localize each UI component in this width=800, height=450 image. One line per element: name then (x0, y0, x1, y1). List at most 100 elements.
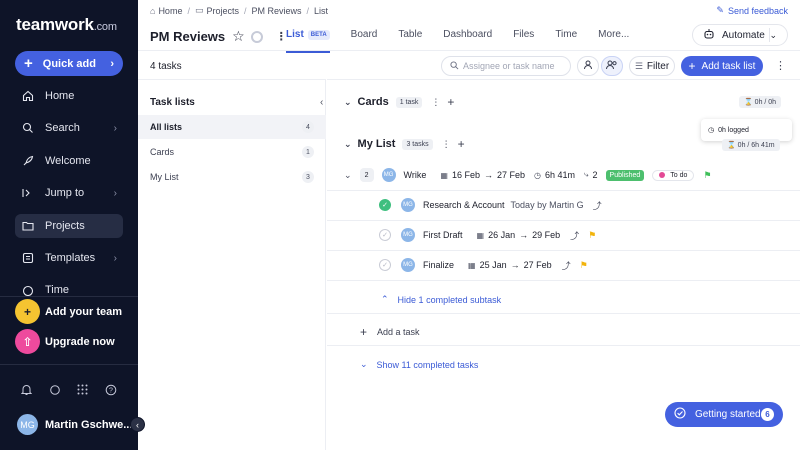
arrow-right-icon: → (483, 170, 493, 180)
more-options-kebab-icon[interactable]: ⋮ (775, 59, 786, 72)
table-row[interactable]: ✓ MG Finalize ▦ 25 Jan → 27 Feb ⤴ ⚑ (327, 250, 800, 280)
send-feedback-link[interactable]: ✎ Send feedback (716, 5, 788, 16)
task-date-range[interactable]: ▦ 26 Jan → 29 Feb (477, 230, 561, 240)
sidebar-item-jump-to[interactable]: Jump to › (15, 181, 123, 205)
collapse-chevron-icon[interactable]: ⌄ (344, 139, 352, 150)
priority-flag-icon[interactable]: ⚑ (580, 260, 588, 271)
sidebar: teamwork.com + Quick add › Home Search ›… (0, 0, 138, 450)
star-icon[interactable]: ☆ (232, 28, 245, 45)
avatar[interactable]: MG (401, 198, 415, 212)
clock-icon (21, 284, 35, 296)
subtask-link-icon[interactable]: ⤴ (593, 199, 602, 212)
task-list-item-all[interactable]: All lists 4 (138, 115, 326, 139)
teamwork-logo[interactable]: teamwork.com (16, 15, 117, 35)
team-filter-button[interactable] (601, 56, 623, 76)
tab-board[interactable]: Board (351, 29, 378, 49)
task-estimate[interactable]: ◷ 6h 41m (534, 170, 575, 180)
avatar[interactable]: MG (401, 228, 415, 242)
add-team-button[interactable]: + Add your team (15, 299, 122, 324)
sidebar-item-label: Welcome (45, 155, 91, 167)
time-summary: 0h / 0h (754, 98, 777, 106)
time-summary-badge[interactable]: ⌛ 0h / 6h 41m (722, 139, 780, 151)
priority-flag-icon[interactable]: ⚑ (588, 230, 596, 241)
subtask-link-icon[interactable]: ⤴ (570, 229, 579, 242)
hide-completed-subtasks-link[interactable]: ⌃ Hide 1 completed subtask (381, 294, 501, 305)
sidebar-item-time[interactable]: Time (15, 280, 123, 296)
task-name[interactable]: Finalize (423, 260, 454, 270)
search-icon (21, 121, 35, 135)
estimate-value: 6h 41m (545, 170, 576, 180)
status-badge[interactable]: To do (652, 169, 695, 181)
help-icon[interactable]: ? (104, 383, 117, 396)
sidebar-item-welcome[interactable]: Welcome (15, 149, 123, 173)
tab-list[interactable]: List BETA (286, 29, 330, 53)
breadcrumb-projects[interactable]: Projects (206, 6, 239, 16)
priority-flag-icon[interactable]: ⚑ (703, 170, 711, 181)
add-task-button[interactable]: + Add a task (360, 325, 420, 339)
project-header: PM Reviews ☆ ⋮ (150, 28, 287, 45)
table-row[interactable]: ✓ MG Research & Account Today by Martin … (327, 190, 800, 220)
apps-grid-icon[interactable] (76, 383, 89, 396)
table-row[interactable]: ✓ MG First Draft ▦ 26 Jan → 29 Feb ⤴ ⚑ (327, 220, 800, 250)
people-icon (606, 60, 618, 73)
list-options-kebab-icon[interactable]: ⋮ (442, 139, 451, 150)
task-name[interactable]: First Draft (423, 230, 463, 240)
tab-table[interactable]: Table (398, 29, 422, 49)
show-completed-tasks-link[interactable]: ⌄ Show 11 completed tasks (360, 359, 478, 370)
chevron-down-icon[interactable]: ⌄ (769, 30, 777, 41)
tab-label: Files (513, 29, 535, 40)
complete-checkbox[interactable]: ✓ (379, 229, 391, 241)
task-list-item-my-list[interactable]: My List 3 (138, 165, 326, 189)
getting-started-count: 6 (761, 408, 774, 421)
tag-badge[interactable]: Published (605, 169, 645, 181)
time-summary-badge[interactable]: ⌛ 0h / 0h (739, 96, 782, 108)
user-profile[interactable]: MG Martin Gschwe... (17, 414, 132, 435)
collapse-chevron-icon[interactable]: ⌄ (344, 97, 352, 108)
task-list-item-cards[interactable]: Cards 1 (138, 140, 326, 164)
tab-dashboard[interactable]: Dashboard (443, 29, 492, 49)
add-plus-icon[interactable]: + (447, 95, 454, 109)
task-date-range[interactable]: ▦ 16 Feb → 27 Feb (440, 170, 525, 180)
search-input[interactable]: Assignee or task name (441, 56, 571, 76)
jump-icon (21, 186, 35, 200)
complete-checkbox[interactable]: ✓ (379, 259, 391, 271)
task-name[interactable]: Wrike (404, 170, 427, 180)
collapse-panel-chevron-icon[interactable]: ‹ (320, 97, 323, 108)
sidebar-item-templates[interactable]: Templates › (15, 246, 123, 270)
sidebar-item-projects[interactable]: Projects (15, 214, 123, 238)
quick-add-label: Quick add (42, 57, 96, 70)
bell-icon[interactable] (20, 383, 33, 396)
chevron-right-icon: › (110, 57, 114, 70)
avatar[interactable]: MG (401, 258, 415, 272)
quick-add-button[interactable]: + Quick add › (15, 51, 123, 76)
task-name[interactable]: Research & Account (423, 200, 505, 210)
assigned-to-me-button[interactable] (577, 56, 599, 76)
avatar[interactable]: MG (381, 168, 396, 182)
list-options-kebab-icon[interactable]: ⋮ (431, 97, 440, 108)
tab-time[interactable]: Time (555, 29, 577, 49)
task-dependencies[interactable]: ⤷ 2 (584, 170, 598, 180)
list-name[interactable]: Cards (358, 96, 389, 108)
breadcrumb-home[interactable]: Home (158, 6, 182, 16)
expand-subtasks-chevron-icon[interactable]: ⌄ (344, 170, 352, 181)
table-row[interactable]: ⌄ 2 MG Wrike ▦ 16 Feb → 27 Feb ◷ 6h 41m … (327, 160, 800, 190)
add-plus-icon[interactable]: + (458, 137, 465, 151)
breadcrumb-project[interactable]: PM Reviews (252, 6, 302, 16)
complete-checkbox[interactable]: ✓ (379, 199, 391, 211)
chat-icon[interactable] (48, 383, 61, 396)
tab-files[interactable]: Files (513, 29, 534, 49)
getting-started-button[interactable]: Getting started 6 (665, 402, 783, 427)
sidebar-item-search[interactable]: Search › (15, 116, 123, 140)
status-label: To do (670, 171, 688, 179)
upgrade-button[interactable]: ⇧ Upgrade now (15, 329, 115, 354)
subtask-link-icon[interactable]: ⤴ (562, 259, 571, 272)
tab-more[interactable]: More... (598, 29, 629, 49)
getting-started-label: Getting started (695, 409, 761, 420)
filter-button[interactable]: ☰ Filter (629, 56, 675, 76)
add-task-list-button[interactable]: + Add task list (681, 56, 763, 76)
sidebar-item-home[interactable]: Home (15, 84, 123, 108)
breadcrumb: ⌂ Home / ▭ Projects / PM Reviews / List (150, 5, 328, 16)
list-name[interactable]: My List (358, 138, 396, 150)
task-date-range[interactable]: ▦ 25 Jan → 27 Feb (468, 260, 552, 270)
automate-button[interactable]: Automate ⌄ (692, 24, 788, 46)
